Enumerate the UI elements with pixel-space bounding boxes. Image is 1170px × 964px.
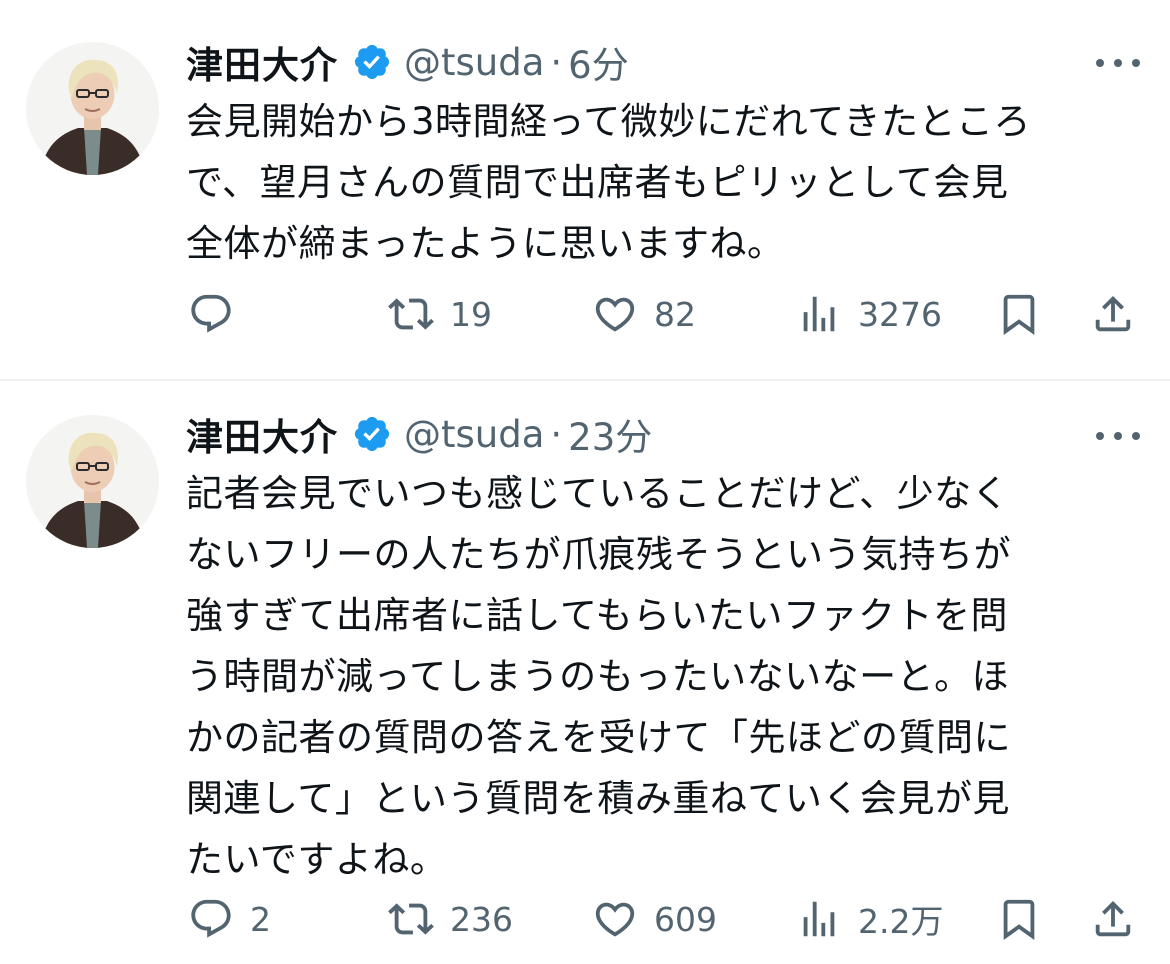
timestamp[interactable]: 6分	[568, 35, 629, 89]
heart-icon	[595, 902, 635, 937]
retweet-icon	[388, 298, 434, 330]
avatar[interactable]	[26, 415, 159, 548]
like-button[interactable]: 609	[592, 889, 717, 949]
bookmark-button[interactable]	[996, 889, 1042, 949]
retweet-count: 19	[450, 294, 492, 334]
views-icon	[803, 901, 835, 937]
share-icon	[1095, 295, 1131, 332]
share-button[interactable]	[1090, 889, 1136, 949]
avatar-image	[26, 415, 159, 548]
bookmark-icon	[1003, 294, 1035, 335]
views-count: 3276	[858, 294, 942, 334]
tweet-actions: 2 236 609 2.2万	[0, 889, 1170, 949]
separator-dot: ·	[550, 412, 563, 456]
tweet-text: 会見開始から3時間経って微妙にだれてきたところ で、望月さんの質問で出席者もピリ…	[186, 100, 1031, 265]
retweet-button[interactable]: 19	[388, 284, 492, 344]
share-icon	[1095, 900, 1131, 937]
handle[interactable]: @tsuda	[404, 413, 544, 456]
reply-button[interactable]	[188, 284, 250, 344]
avatar-image	[26, 42, 159, 175]
views-button[interactable]: 3276	[796, 284, 942, 344]
tweet-actions: 19 82 3276	[0, 284, 1170, 344]
retweet-button[interactable]: 236	[388, 889, 513, 949]
display-name[interactable]: 津田大介	[186, 407, 338, 461]
retweet-icon	[388, 903, 434, 935]
tweet-text: 記者会見でいつも感じていることだけど、少なく ないフリーの人たちが爪痕残そうとい…	[186, 472, 1011, 881]
retweet-count: 236	[450, 899, 513, 939]
verified-badge-icon	[352, 414, 392, 454]
verified-badge-icon	[352, 42, 392, 82]
timestamp[interactable]: 23分	[568, 407, 652, 461]
reply-icon	[191, 899, 231, 938]
like-count: 82	[654, 294, 696, 334]
bookmark-icon	[1003, 899, 1035, 940]
tweet[interactable]: 津田大介 @tsuda · 6分 会見開始から3時間経って微妙にだれてきたところ…	[0, 0, 1170, 379]
share-button[interactable]	[1090, 284, 1136, 344]
heart-icon	[595, 297, 635, 332]
views-icon	[803, 296, 835, 332]
avatar[interactable]	[26, 42, 159, 175]
reply-button[interactable]: 2	[188, 889, 271, 949]
separator-dot: ·	[550, 40, 563, 84]
reply-count: 2	[250, 899, 271, 939]
handle[interactable]: @tsuda	[404, 41, 544, 84]
tweet-header: 津田大介 @tsuda · 6分	[186, 32, 629, 92]
bookmark-button[interactable]	[996, 284, 1042, 344]
tweet-header: 津田大介 @tsuda · 23分	[186, 404, 652, 464]
display-name[interactable]: 津田大介	[186, 35, 338, 89]
reply-icon	[191, 294, 231, 333]
more-icon[interactable]	[1096, 53, 1140, 73]
views-button[interactable]: 2.2万	[796, 889, 943, 949]
timeline: 津田大介 @tsuda · 6分 会見開始から3時間経って微妙にだれてきたところ…	[0, 0, 1170, 964]
like-count: 609	[654, 899, 717, 939]
like-button[interactable]: 82	[592, 284, 696, 344]
tweet[interactable]: 津田大介 @tsuda · 23分 記者会見でいつも感じていることだけど、少なく…	[0, 381, 1170, 964]
views-count: 2.2万	[858, 902, 944, 941]
more-icon[interactable]	[1096, 426, 1140, 446]
